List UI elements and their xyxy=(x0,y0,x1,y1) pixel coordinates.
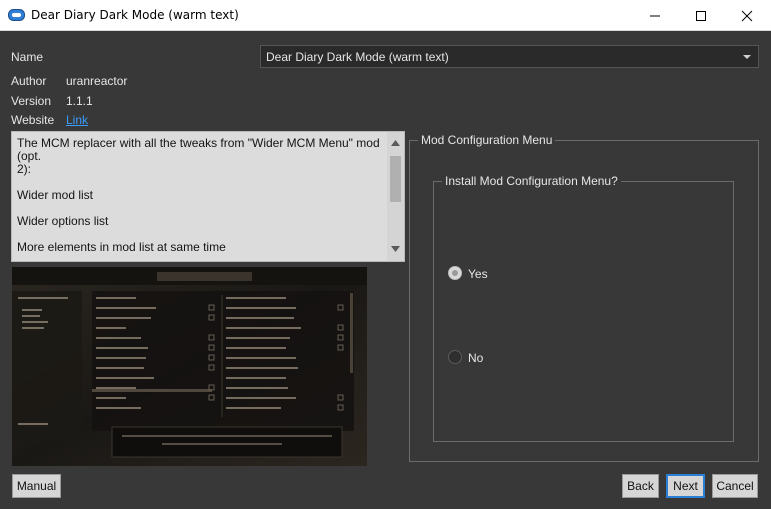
next-button[interactable]: Next xyxy=(666,474,705,498)
name-label: Name xyxy=(11,50,44,64)
radio-no[interactable] xyxy=(448,350,462,364)
name-select[interactable]: Dear Diary Dark Mode (warm text) xyxy=(260,45,759,68)
minimize-icon xyxy=(650,15,660,17)
description-text: The MCM replacer with all the tweaks fro… xyxy=(17,136,380,254)
close-button[interactable] xyxy=(724,0,770,31)
scroll-down-icon[interactable] xyxy=(391,246,400,252)
title-bar: Dear Diary Dark Mode (warm text) xyxy=(0,0,771,31)
radio-no-label[interactable]: No xyxy=(468,351,483,365)
version-value: 1.1.1 xyxy=(66,94,93,108)
author-value: uranreactor xyxy=(66,74,128,88)
scroll-thumb[interactable] xyxy=(390,156,401,202)
question-title: Install Mod Configuration Menu? xyxy=(442,174,621,188)
install-question-group xyxy=(433,181,734,442)
minimize-button[interactable] xyxy=(632,0,678,31)
maximize-button[interactable] xyxy=(678,0,724,31)
chevron-down-icon xyxy=(743,55,751,59)
name-select-value: Dear Diary Dark Mode (warm text) xyxy=(266,50,449,64)
preview-image xyxy=(12,267,367,466)
radio-yes[interactable] xyxy=(448,266,462,280)
app-icon xyxy=(8,9,25,21)
preview-picture xyxy=(12,267,367,466)
description-scrollbar[interactable] xyxy=(387,132,404,261)
website-label: Website xyxy=(11,113,55,127)
version-label: Version xyxy=(11,94,52,108)
close-icon xyxy=(741,10,753,22)
description-box[interactable]: The MCM replacer with all the tweaks fro… xyxy=(11,131,405,262)
website-link[interactable]: Link xyxy=(66,113,88,127)
group-title: Mod Configuration Menu xyxy=(418,133,556,147)
window-title: Dear Diary Dark Mode (warm text) xyxy=(31,8,239,22)
radio-yes-label[interactable]: Yes xyxy=(468,267,488,281)
back-button[interactable]: Back xyxy=(622,474,659,498)
author-label: Author xyxy=(11,74,47,88)
cancel-button[interactable]: Cancel xyxy=(712,474,758,498)
scroll-up-icon[interactable] xyxy=(391,140,400,146)
manual-button[interactable]: Manual xyxy=(12,474,61,498)
maximize-icon xyxy=(696,11,706,21)
